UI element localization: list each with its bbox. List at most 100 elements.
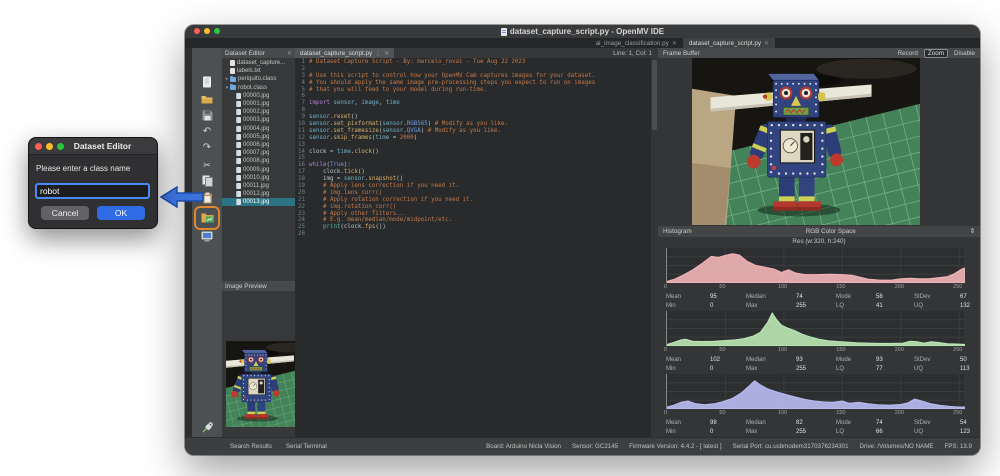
code-line: 2 (295, 66, 658, 73)
tree-item-dataset-capture-[interactable]: dataset_capture... (222, 59, 295, 67)
code-segment: # Apply other filters... (309, 211, 407, 218)
status-search-results[interactable]: Search Results (230, 443, 272, 450)
close-icon[interactable]: ✕ (672, 40, 677, 47)
stat-value: 0 (710, 429, 746, 435)
zoom-button[interactable]: Zoom (924, 49, 948, 58)
stat-value: 95 (710, 294, 746, 300)
stat-value: 98 (710, 420, 746, 426)
close-icon[interactable]: ✕ (384, 50, 389, 57)
stats-row: Mean98Median82Mode74StDev54 (666, 418, 972, 427)
code-line: 12sensor.skip_frames(time = 2000) (295, 135, 658, 142)
tree-item-00013-jpg[interactable]: 00013.jpg (222, 198, 295, 206)
image-icon (236, 134, 241, 140)
redo-icon[interactable]: ↷ (200, 141, 214, 155)
status-item: Board: Arduino Nicla Vision (486, 443, 561, 450)
histogram-plot-red (666, 248, 964, 283)
dialog-prompt: Please enter a class name (36, 164, 150, 173)
disable-button[interactable]: Disable (954, 50, 975, 57)
stat-label: StDev (914, 294, 960, 300)
axis-tick-label: 250 (953, 284, 962, 290)
tree-item-00010-jpg[interactable]: 00010.jpg (222, 174, 295, 182)
histogram-red: 050100150200250Mean95Median74Mode58StDev… (658, 248, 980, 311)
class-name-input[interactable] (35, 183, 150, 199)
status-serial-terminal[interactable]: Serial Terminal (286, 443, 327, 450)
line-number: 2 (295, 66, 309, 73)
editor-scrollbar[interactable] (651, 58, 658, 437)
code-segment: sensor (309, 128, 330, 135)
code-segment: sensor (309, 121, 330, 128)
tree-item-00002-jpg[interactable]: 00002.jpg (222, 108, 295, 116)
code-segment: True (330, 162, 344, 169)
axis-tick-label: 200 (895, 347, 904, 353)
code-line: 21 # Apply rotation correction if you ne… (295, 197, 658, 204)
code-segment: time (375, 135, 389, 142)
ok-button[interactable]: OK (97, 206, 145, 220)
open-folder-icon[interactable] (200, 92, 214, 106)
code-line: 18 img = sensor.snapshot() (295, 176, 658, 183)
record-button[interactable]: Record (898, 50, 918, 57)
close-window-button[interactable] (194, 28, 200, 34)
scrollbar-thumb[interactable] (652, 60, 657, 130)
stat-label: Median (746, 294, 796, 300)
line-number: 8 (295, 107, 309, 114)
axis-tick-label: 250 (953, 347, 962, 353)
connect-icon[interactable] (200, 420, 214, 434)
code-segment: clock. (309, 169, 344, 176)
cut-icon[interactable]: ✂ (200, 158, 214, 172)
close-icon[interactable]: ✕ (287, 50, 292, 57)
line-number: 13 (295, 142, 309, 149)
save-icon[interactable] (200, 108, 214, 122)
axis-tick-label: 50 (719, 410, 725, 416)
document-menu-icon[interactable]: ⋮ (375, 50, 381, 57)
code-editor[interactable]: 1# Dataset Capture Script - By: marcelo_… (295, 58, 658, 437)
tree-item-periquito-class[interactable]: ▸periquito.class (222, 75, 295, 83)
stat-label: Max (746, 429, 796, 435)
tree-item-00009-jpg[interactable]: 00009.jpg (222, 165, 295, 173)
minimize-window-button[interactable] (204, 28, 210, 34)
stat-value: 132 (960, 303, 972, 309)
serial-terminal-icon[interactable] (200, 229, 214, 243)
new-file-icon[interactable] (200, 75, 214, 89)
file-tree: dataset_capture...labels.txt▸periquito.c… (222, 58, 295, 281)
stat-label: Mode (836, 294, 876, 300)
tree-item-robot-class[interactable]: ▾robot.class (222, 84, 295, 92)
dataset-editor-panel-header: Dataset Editor ✕ (222, 48, 295, 58)
status-item: Drive: /Volumes/NO NAME (860, 443, 934, 450)
undo-icon[interactable]: ↶ (200, 125, 214, 139)
tree-item-00011-jpg[interactable]: 00011.jpg (222, 182, 295, 190)
code-line: 24 # E.g. mean/median/mode/midpoint/etc. (295, 217, 658, 224)
code-segment: tick (344, 169, 358, 176)
annotation-highlight-box (194, 206, 220, 230)
dropdown-arrows-icon[interactable]: ⇕ (970, 228, 975, 235)
cancel-button[interactable]: Cancel (41, 206, 89, 220)
close-icon[interactable]: ✕ (764, 40, 769, 47)
openmv-ide-window: dataset_capture_script.py - OpenMV IDE a… (185, 25, 980, 455)
tree-item-00008-jpg[interactable]: 00008.jpg (222, 157, 295, 165)
editor-file-tab[interactable]: dataset_capture_script.py ⋮ ✕ (295, 48, 394, 58)
doc-tab-ai_image_classification.py[interactable]: ai_image_classification.py✕ (590, 38, 683, 48)
tree-item-00004-jpg[interactable]: 00004.jpg (222, 125, 295, 133)
tree-item-00005-jpg[interactable]: 00005.jpg (222, 133, 295, 141)
color-space-dropdown[interactable]: RGB Color Space (806, 228, 856, 235)
tree-item-labels-txt[interactable]: labels.txt (222, 67, 295, 75)
image-preview-thumbnail[interactable] (226, 341, 296, 427)
stat-value: 255 (796, 366, 836, 372)
close-window-button[interactable] (35, 143, 42, 150)
zoom-window-button[interactable] (57, 143, 64, 150)
tree-item-00000-jpg[interactable]: 00000.jpg (222, 92, 295, 100)
tree-item-00006-jpg[interactable]: 00006.jpg (222, 141, 295, 149)
zoom-window-button[interactable] (214, 28, 220, 34)
code-segment: reset (333, 114, 350, 121)
line-number: 10 (295, 121, 309, 128)
doc-tab-dataset_capture_script.py[interactable]: dataset_capture_script.py✕ (683, 38, 775, 48)
stat-value: 74 (796, 294, 836, 300)
tree-item-00001-jpg[interactable]: 00001.jpg (222, 100, 295, 108)
tree-item-00007-jpg[interactable]: 00007.jpg (222, 149, 295, 157)
stat-label: LQ (836, 303, 876, 309)
tree-item-00003-jpg[interactable]: 00003.jpg (222, 116, 295, 124)
code-line: 13 (295, 142, 658, 149)
minimize-window-button[interactable] (46, 143, 53, 150)
tree-item-00012-jpg[interactable]: 00012.jpg (222, 190, 295, 198)
status-bar-left: Search Results Serial Terminal (230, 443, 327, 450)
image-icon (236, 158, 241, 164)
